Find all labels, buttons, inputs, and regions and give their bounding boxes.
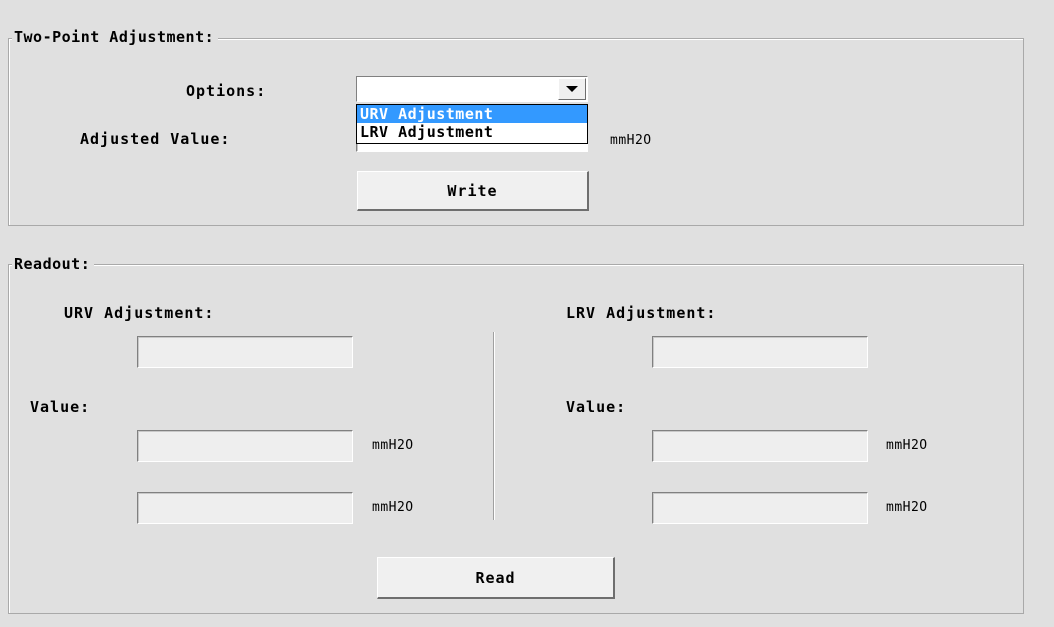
options-dropdown-list: URV Adjustment LRV Adjustment: [356, 104, 588, 144]
adjusted-value-unit: mmH2O: [610, 133, 652, 148]
urv-adjustment-field: [137, 336, 353, 368]
read-button[interactable]: Read: [377, 557, 615, 599]
lrv-value-unit-1: mmH2O: [886, 438, 928, 453]
lrv-value-label: Value:: [566, 398, 627, 416]
urv-value-unit-2: mmH2O: [372, 500, 414, 515]
adjusted-value-label: Adjusted Value:: [80, 130, 231, 148]
urv-value-label: Value:: [30, 398, 91, 416]
urv-adjustment-label: URV Adjustment:: [64, 304, 215, 322]
lrv-value-field-1: [652, 430, 868, 462]
urv-value-unit-1: mmH2O: [372, 438, 414, 453]
urv-value-field-1: [137, 430, 353, 462]
readout-legend: Readout:: [12, 255, 95, 273]
dropdown-option-urv[interactable]: URV Adjustment: [357, 105, 587, 123]
lrv-value-field-2: [652, 492, 868, 524]
dropdown-option-lrv[interactable]: LRV Adjustment: [357, 123, 587, 141]
options-label: Options:: [186, 82, 267, 100]
lrv-value-unit-2: mmH2O: [886, 500, 928, 515]
write-button[interactable]: Write: [357, 171, 589, 211]
combobox-dropdown-button[interactable]: [558, 78, 586, 100]
two-point-adjustment-legend: Two-Point Adjustment:: [12, 28, 219, 46]
chevron-down-icon: [566, 86, 578, 92]
lrv-adjustment-field: [652, 336, 868, 368]
lrv-adjustment-label: LRV Adjustment:: [566, 304, 717, 322]
options-combobox[interactable]: [356, 76, 588, 102]
urv-value-field-2: [137, 492, 353, 524]
readout-divider: [493, 332, 495, 520]
